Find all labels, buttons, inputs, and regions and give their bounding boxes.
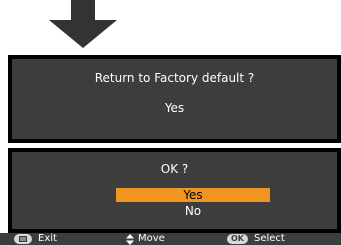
factory-default-title: Return to Factory default ? — [94, 71, 255, 85]
factory-default-yes-option[interactable]: Yes — [12, 101, 337, 115]
ok-button-icon: OK — [227, 234, 248, 244]
footer-exit: Exit — [14, 233, 57, 245]
confirm-no-option[interactable]: No — [116, 204, 270, 218]
footer-exit-label: Exit — [38, 233, 57, 244]
confirm-yes-option[interactable]: Yes — [116, 188, 270, 202]
footer-move-label: Move — [138, 233, 165, 244]
factory-default-dialog: Return to Factory default ? Yes — [8, 55, 341, 143]
footer-hint-bar: Exit Move OK Select — [0, 233, 341, 245]
confirm-title: OK ? — [160, 162, 189, 176]
footer-select-label: Select — [254, 233, 285, 244]
down-arrow-icon — [49, 0, 117, 48]
up-down-arrow-icon — [126, 233, 134, 245]
menu-button-icon — [14, 234, 32, 244]
footer-select: OK Select — [227, 233, 285, 245]
confirm-dialog: OK ? Yes No — [8, 148, 341, 233]
footer-move: Move — [126, 233, 165, 245]
